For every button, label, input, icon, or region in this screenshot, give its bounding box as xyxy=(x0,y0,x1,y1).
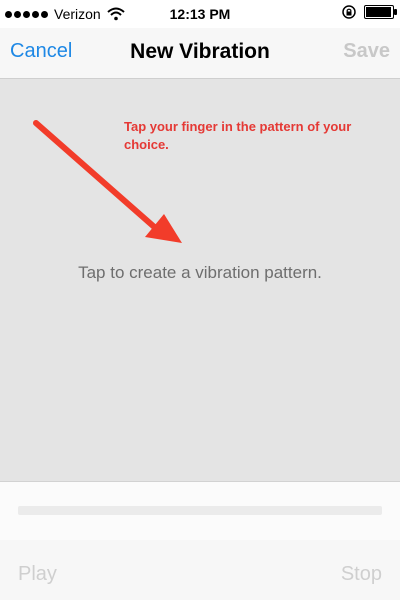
pattern-progress-track xyxy=(18,506,382,515)
play-button[interactable]: Play xyxy=(18,563,57,586)
annotation-text: Tap your finger in the pattern of your c… xyxy=(124,119,352,152)
stop-button[interactable]: Stop xyxy=(341,563,382,586)
tap-hint-text: Tap to create a vibration pattern. xyxy=(78,263,322,282)
